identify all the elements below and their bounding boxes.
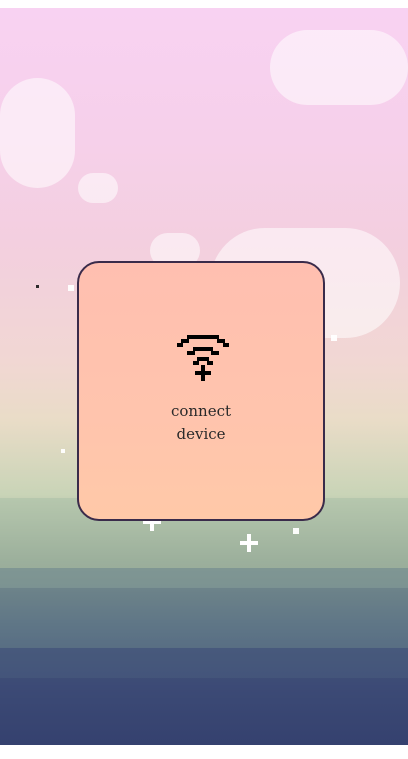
cloud	[270, 30, 408, 105]
cloud	[0, 78, 75, 188]
connect-device-card[interactable]: connect device	[77, 261, 325, 521]
sparkle	[36, 285, 39, 288]
sparkle-plus-icon	[240, 534, 258, 552]
wifi-connect-icon	[177, 335, 229, 381]
sparkle	[68, 285, 74, 291]
device-label: device	[176, 425, 226, 443]
connect-label: connect	[170, 402, 232, 420]
hill	[0, 648, 408, 745]
pixel-landscape-background: connect device	[0, 8, 408, 745]
sparkle	[331, 335, 337, 341]
cloud	[78, 173, 118, 203]
sparkle	[293, 528, 299, 534]
sparkle	[61, 449, 65, 453]
